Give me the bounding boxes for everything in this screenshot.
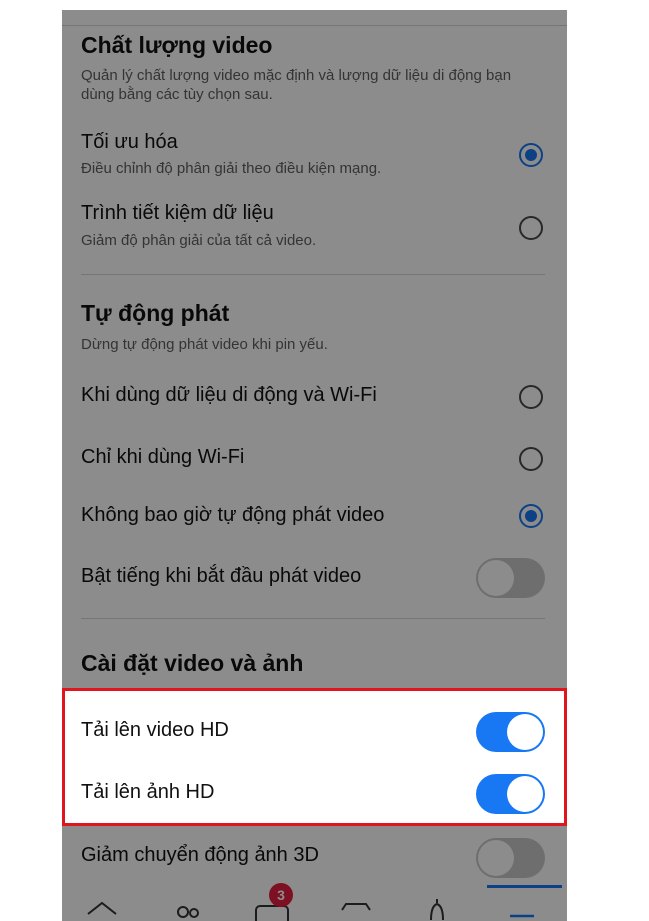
settings-screen: Chất lượng video Quản lý chất lượng vide… [62,10,567,921]
hd-photo-label: Tải lên ảnh HD [81,781,215,803]
hd-video-toggle[interactable] [476,712,545,752]
hd-photo-toggle[interactable] [476,774,545,814]
highlight-box: Tải lên video HD Tải lên ảnh HD [62,688,567,826]
toggle-knob [507,714,543,750]
hd-video-label: Tải lên video HD [81,719,229,741]
toggle-knob [507,776,543,812]
